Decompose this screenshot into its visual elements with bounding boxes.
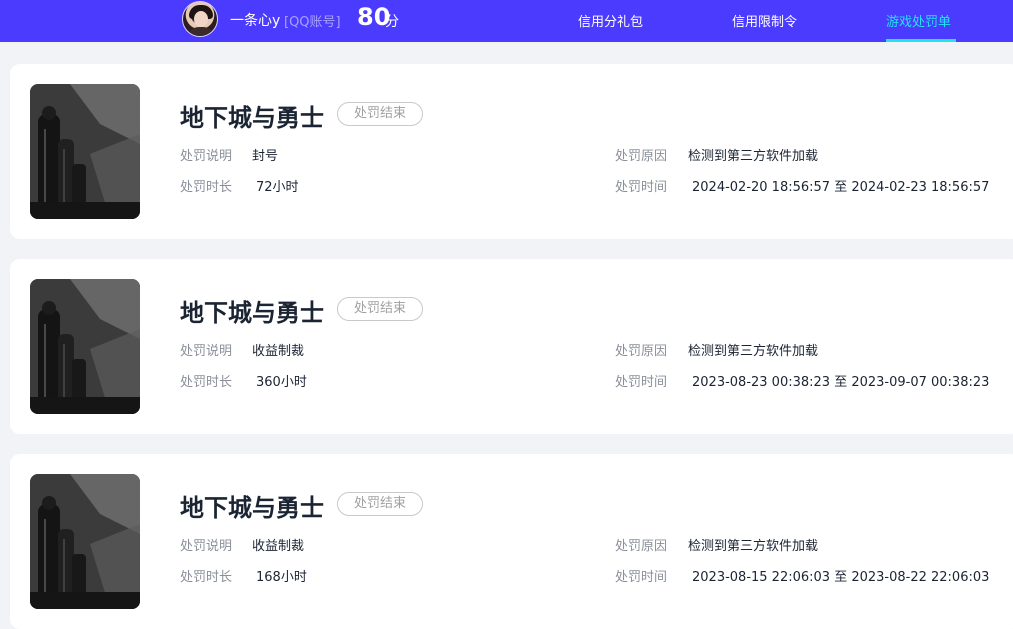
game-thumbnail [30,474,140,609]
status-badge: 处罚结束 [337,492,423,516]
top-bar: 一条心y [QQ账号] 80 分 信用分礼包 信用限制令 游戏处罚单 [0,0,1013,42]
game-title: 地下城与勇士 [180,494,324,522]
time-value: 2023-08-15 22:06:03 至 2023-08-22 22:06:0… [692,570,990,585]
time-label: 处罚时间 [615,375,668,390]
game-title: 地下城与勇士 [180,104,324,132]
duration-value: 168小时 [256,570,307,585]
desc-value: 收益制裁 [252,539,305,554]
duration-value: 360小时 [256,375,307,390]
status-badge: 处罚结束 [337,102,423,126]
time-value: 2024-02-20 18:56:57 至 2024-02-23 18:56:5… [692,180,990,195]
desc-label: 处罚说明 [180,344,233,359]
game-thumbnail [30,279,140,414]
desc-value: 收益制裁 [252,344,305,359]
username: 一条心y [230,13,281,29]
credit-score-unit: 分 [385,14,399,30]
desc-label: 处罚说明 [180,149,233,164]
reason-value: 检测到第三方软件加载 [688,149,819,164]
game-thumbnail [30,84,140,219]
active-tab-indicator [886,39,956,42]
tab-game-penalty[interactable]: 游戏处罚单 [886,11,951,30]
status-badge: 处罚结束 [337,297,423,321]
reason-value: 检测到第三方软件加载 [688,344,819,359]
reason-label: 处罚原因 [615,539,668,554]
duration-label: 处罚时长 [180,375,233,390]
tab-credit-restriction[interactable]: 信用限制令 [732,11,797,30]
desc-value: 封号 [252,149,279,164]
avatar[interactable] [182,1,218,37]
account-type: [QQ账号] [284,15,341,30]
duration-label: 处罚时长 [180,180,233,195]
reason-label: 处罚原因 [615,344,668,359]
tab-credit-gift[interactable]: 信用分礼包 [578,11,643,30]
duration-value: 72小时 [256,180,299,195]
desc-label: 处罚说明 [180,539,233,554]
time-value: 2023-08-23 00:38:23 至 2023-09-07 00:38:2… [692,375,990,390]
reason-value: 检测到第三方软件加载 [688,539,819,554]
penalty-card: 地下城与勇士 处罚结束 处罚说明 封号 处罚时长 72小时 处罚原因 检测到第三… [10,64,1013,239]
penalty-card: 地下城与勇士 处罚结束 处罚说明 收益制裁 处罚时长 360小时 处罚原因 检测… [10,259,1013,434]
time-label: 处罚时间 [615,570,668,585]
penalty-card: 地下城与勇士 处罚结束 处罚说明 收益制裁 处罚时长 168小时 处罚原因 检测… [10,454,1013,629]
duration-label: 处罚时长 [180,570,233,585]
game-title: 地下城与勇士 [180,299,324,327]
reason-label: 处罚原因 [615,149,668,164]
time-label: 处罚时间 [615,180,668,195]
